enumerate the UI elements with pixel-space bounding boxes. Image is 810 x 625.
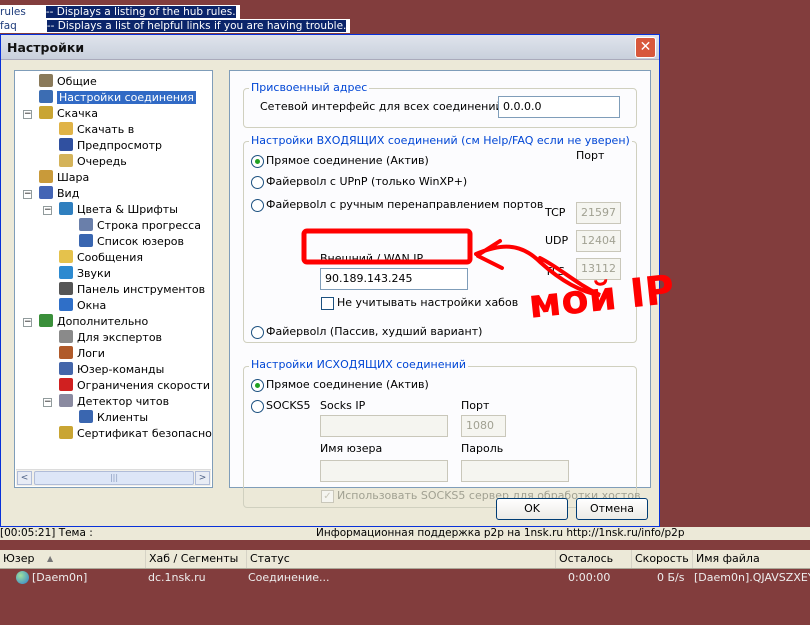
status-time: [00:05:21] Тема : [0,527,93,539]
col-left[interactable]: Осталось [555,550,613,568]
annotation-text: мой IP [526,267,676,328]
row-user: [Daem0n] [32,571,88,584]
transfers-header: Юзер ▲ Хаб / Сегменты Статус Осталось Ск… [0,550,810,569]
col-user[interactable]: Юзер [0,550,34,568]
chat-status-bar: [00:05:21] Тема : Информационная поддерж… [0,527,810,540]
globe-icon [16,571,29,584]
table-row[interactable]: [Daem0n] dc.1nsk.ru Соединение... 0:00:0… [0,569,810,586]
row-status: Соединение... [248,571,330,584]
row-filename: [Daem0n].QJAVSZXEYLP [694,571,810,584]
col-hub[interactable]: Хаб / Сегменты [145,550,238,568]
col-status[interactable]: Статус [246,550,290,568]
row-speed: 0 Б/s [657,571,685,584]
sort-arrow-icon: ▲ [47,554,54,563]
wan-ip-highlight-box [301,228,473,265]
col-filename[interactable]: Имя файла [692,550,760,568]
row-left: 0:00:00 [568,571,611,584]
col-speed[interactable]: Скорость [631,550,689,568]
row-hub: dc.1nsk.ru [148,571,206,584]
status-info: Информационная поддержка p2p на 1nsk.ru … [316,527,685,539]
